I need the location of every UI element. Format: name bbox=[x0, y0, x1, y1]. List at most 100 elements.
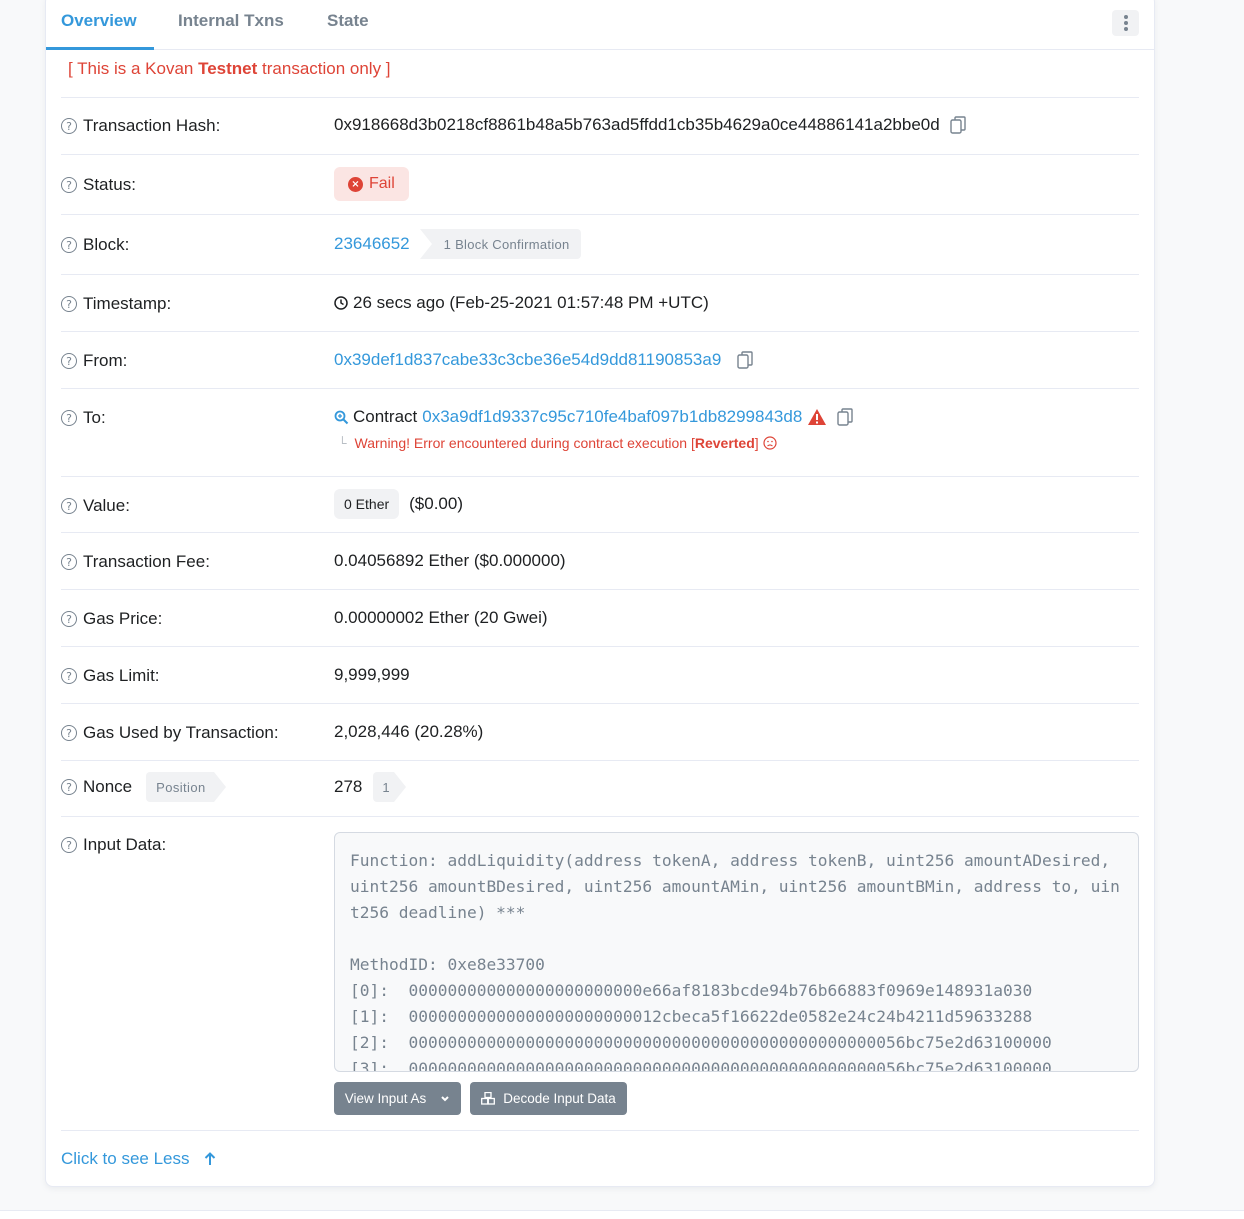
value-label-text: Value: bbox=[83, 496, 130, 515]
contract-label: Contract bbox=[353, 407, 418, 426]
divider bbox=[61, 476, 1139, 477]
from-value-row: 0x39def1d837cabe33c3cbe36e54d9dd81190853… bbox=[334, 350, 753, 370]
status-value-row: × Fail bbox=[334, 167, 409, 201]
clock-icon bbox=[334, 296, 348, 310]
help-icon[interactable]: ? bbox=[61, 725, 77, 741]
copy-icon[interactable] bbox=[837, 408, 853, 426]
help-icon[interactable]: ? bbox=[61, 611, 77, 627]
copy-icon[interactable] bbox=[737, 351, 753, 369]
input-data-textarea[interactable]: Function: addLiquidity(address tokenA, a… bbox=[334, 832, 1139, 1072]
timestamp-label-text: Timestamp: bbox=[83, 294, 172, 313]
help-icon[interactable]: ? bbox=[61, 237, 77, 253]
status-text: Fail bbox=[369, 175, 395, 192]
testnet-notice-bold: Testnet bbox=[198, 59, 258, 78]
divider bbox=[61, 154, 1139, 155]
block-confirmation-text: 1 Block Confirmation bbox=[443, 236, 570, 252]
ether-amount-badge: 0 Ether bbox=[334, 489, 400, 519]
input-data-label-text: Input Data: bbox=[83, 835, 167, 854]
nonce-label: ? Nonce Position bbox=[61, 772, 227, 802]
value-usd: ($0.00) bbox=[409, 494, 464, 513]
gas-used-value-row: 2,028,446 (20.28%) bbox=[334, 722, 483, 742]
gas-price-value-row: 0.00000002 Ether (20 Gwei) bbox=[334, 608, 548, 628]
help-icon[interactable]: ? bbox=[61, 118, 77, 134]
tx-hash-label: ? Transaction Hash: bbox=[61, 116, 220, 136]
revert-warning: └ Warning! Error encountered during cont… bbox=[338, 435, 777, 451]
gas-used-label: ? Gas Used by Transaction: bbox=[61, 723, 279, 743]
arrow-up-icon bbox=[204, 1152, 215, 1165]
divider bbox=[61, 816, 1139, 817]
decode-input-data-button[interactable]: Decode Input Data bbox=[470, 1082, 627, 1115]
help-icon[interactable]: ? bbox=[61, 296, 77, 312]
input-data-label: ? Input Data: bbox=[61, 835, 166, 855]
testnet-notice-suffix: transaction only ] bbox=[257, 59, 391, 78]
divider bbox=[61, 97, 1139, 98]
from-label: ? From: bbox=[61, 351, 127, 371]
transaction-details-card: Overview Internal Txns State [ This is a… bbox=[45, 0, 1155, 1187]
view-input-as-button[interactable]: View Input As bbox=[334, 1082, 461, 1115]
position-value: 1 bbox=[382, 779, 390, 795]
active-tab-indicator bbox=[46, 47, 154, 50]
warning-prefix: Warning! Error encountered during contra… bbox=[354, 435, 695, 451]
from-label-text: From: bbox=[83, 351, 128, 370]
page-footer-strip bbox=[0, 1210, 1244, 1219]
gas-used-label-text: Gas Used by Transaction: bbox=[83, 723, 279, 742]
help-icon[interactable]: ? bbox=[61, 410, 77, 426]
see-less-text: Click to see Less bbox=[61, 1149, 190, 1168]
tab-state[interactable]: State bbox=[327, 11, 369, 31]
sad-face-icon bbox=[763, 436, 777, 450]
status-label: ? Status: bbox=[61, 175, 136, 195]
divider bbox=[61, 274, 1139, 275]
testnet-notice-prefix: [ This is a Kovan bbox=[68, 59, 199, 78]
position-label-text: Position bbox=[156, 779, 206, 795]
tx-hash-label-text: Transaction Hash: bbox=[83, 116, 221, 135]
warning-triangle-icon bbox=[808, 409, 827, 425]
status-badge: × Fail bbox=[334, 167, 409, 201]
cubes-icon bbox=[481, 1092, 496, 1105]
testnet-notice: [ This is a Kovan Testnet transaction on… bbox=[68, 59, 391, 79]
value-label: ? Value: bbox=[61, 496, 130, 516]
divider bbox=[61, 589, 1139, 590]
nonce-label-text: Nonce bbox=[83, 777, 133, 796]
gas-price-label-text: Gas Price: bbox=[83, 609, 163, 628]
block-label-text: Block: bbox=[83, 235, 130, 254]
gas-limit-label-text: Gas Limit: bbox=[83, 666, 160, 685]
position-value-badge: 1 bbox=[373, 772, 406, 802]
copy-icon[interactable] bbox=[949, 116, 966, 134]
help-icon[interactable]: ? bbox=[61, 498, 77, 514]
nonce-value: 278 bbox=[334, 777, 363, 796]
timestamp-label: ? Timestamp: bbox=[61, 294, 171, 314]
tx-hash-value-row: 0x918668d3b0218cf8861b48a5b763ad5ffdd1cb… bbox=[334, 115, 966, 135]
gas-used-value: 2,028,446 (20.28%) bbox=[334, 722, 484, 741]
revert-warning-text: Warning! Error encountered during contra… bbox=[355, 435, 759, 451]
to-contract-address-link[interactable]: 0x3a9df1d9337c95c710fe4baf097b1db8299843… bbox=[422, 407, 802, 427]
block-number-link[interactable]: 23646652 bbox=[334, 234, 410, 254]
divider bbox=[61, 388, 1139, 389]
divider bbox=[61, 703, 1139, 704]
gas-limit-value-row: 9,999,999 bbox=[334, 665, 410, 685]
block-label: ? Block: bbox=[61, 235, 129, 255]
status-label-text: Status: bbox=[83, 175, 136, 194]
from-address-link[interactable]: 0x39def1d837cabe33c3cbe36e54d9dd81190853… bbox=[334, 350, 721, 370]
nonce-value-row: 278 1 bbox=[334, 772, 406, 802]
gas-limit-label: ? Gas Limit: bbox=[61, 666, 160, 686]
help-icon[interactable]: ? bbox=[61, 177, 77, 193]
chevron-down-icon bbox=[441, 1095, 449, 1101]
tab-overview[interactable]: Overview bbox=[61, 11, 137, 31]
divider bbox=[61, 646, 1139, 647]
help-icon[interactable]: ? bbox=[61, 779, 77, 795]
help-icon[interactable]: ? bbox=[61, 554, 77, 570]
see-less-link[interactable]: Click to see Less bbox=[61, 1149, 216, 1169]
gas-price-value: 0.00000002 Ether (20 Gwei) bbox=[334, 608, 548, 627]
dot bbox=[1123, 15, 1128, 19]
gas-price-label: ? Gas Price: bbox=[61, 609, 162, 629]
help-icon[interactable]: ? bbox=[61, 668, 77, 684]
help-icon[interactable]: ? bbox=[61, 837, 77, 853]
help-icon[interactable]: ? bbox=[61, 353, 77, 369]
more-options-button[interactable] bbox=[1112, 10, 1139, 36]
tab-internal-txns[interactable]: Internal Txns bbox=[178, 11, 284, 31]
decode-input-data-label: Decode Input Data bbox=[503, 1091, 616, 1106]
fee-value-row: 0.04056892 Ether ($0.000000) bbox=[334, 551, 566, 571]
fee-label-text: Transaction Fee: bbox=[83, 552, 210, 571]
warning-bold: Reverted bbox=[694, 435, 755, 451]
fail-x-icon: × bbox=[348, 176, 363, 192]
